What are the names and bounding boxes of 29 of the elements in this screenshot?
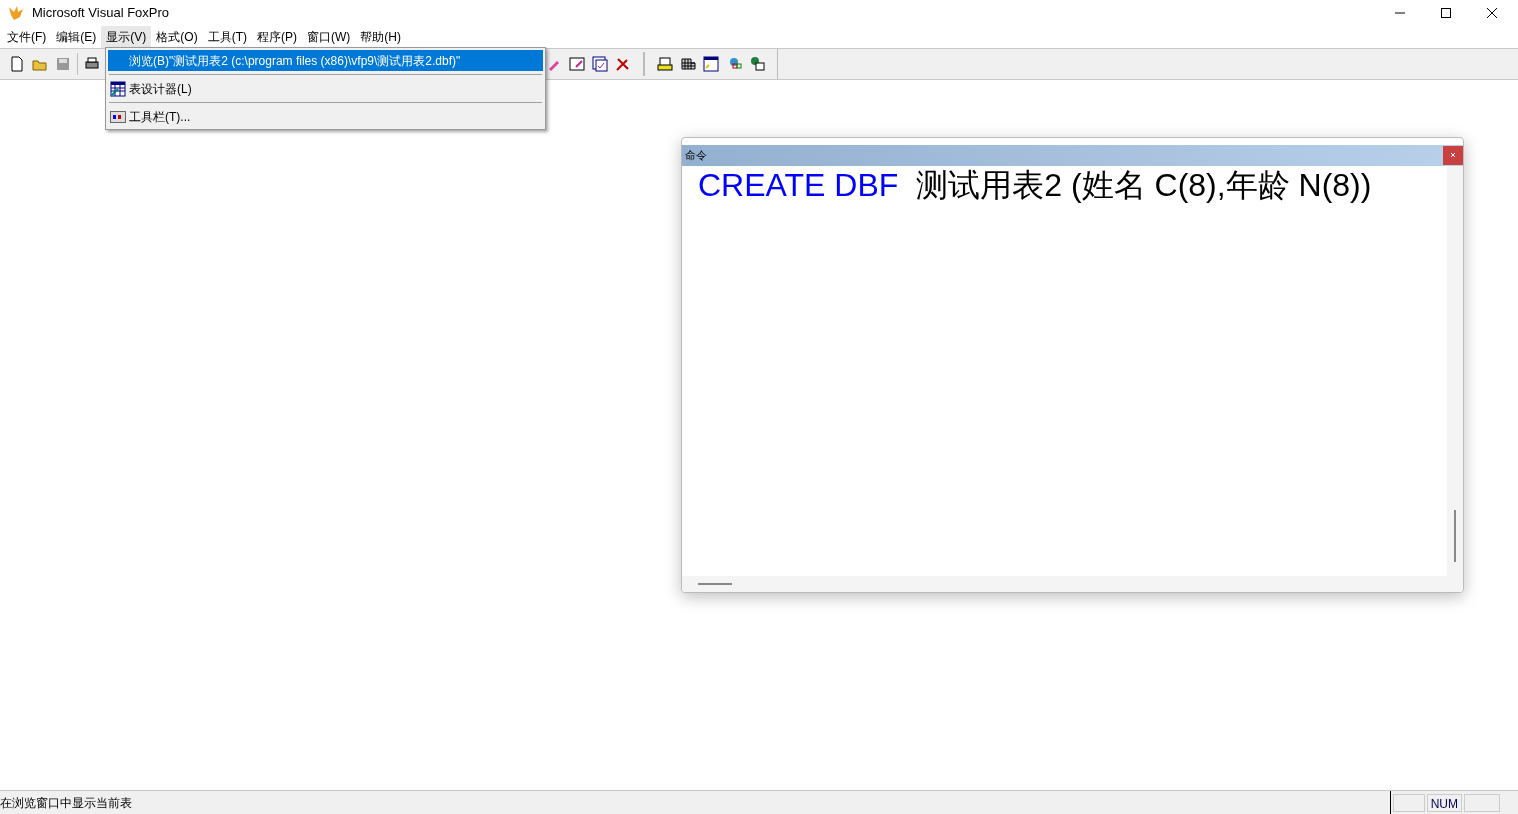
dropdown-item[interactable]: 工具栏(T)...	[108, 106, 543, 127]
new-file-icon[interactable]	[8, 55, 26, 73]
status-indicator: NUM	[1426, 793, 1462, 812]
menu-item[interactable]: 帮助(H)	[355, 26, 406, 48]
code-text: 测试用表2 (姓名 C(8),年龄 N(8))	[916, 167, 1372, 203]
grid-icon[interactable]	[679, 55, 697, 73]
status-message: 在浏览窗口中显示当前表	[0, 794, 133, 812]
code-keyword: CREATE DBF	[698, 167, 899, 203]
form-edit-icon[interactable]	[568, 55, 586, 73]
window-title: Microsoft Visual FoxPro	[32, 4, 170, 23]
menu-item[interactable]: 窗口(W)	[302, 26, 356, 48]
report-icon[interactable]	[656, 55, 674, 73]
horizontal-scrollbar[interactable]	[682, 576, 1447, 592]
menu-item[interactable]: 显示(V)	[101, 26, 152, 48]
menu-item[interactable]: 文件(F)	[2, 26, 52, 48]
command-window-title: 命令	[685, 148, 708, 164]
dropdown-item[interactable]: 浏览(B)"测试用表2 (c:\program files (x86)\vfp9\测试用表2.dbf)"	[108, 50, 543, 71]
menu-item[interactable]: 格式(O)	[151, 26, 203, 48]
table-grid-icon	[110, 80, 126, 97]
dropdown-item[interactable]: 表设计器(L)	[108, 78, 543, 99]
vertical-scrollbar[interactable]	[1447, 166, 1463, 592]
menu-item[interactable]: 程序(P)	[252, 26, 302, 48]
toolbar-icon	[110, 110, 126, 123]
globe-window-icon[interactable]	[748, 55, 766, 73]
form-icon[interactable]	[702, 55, 720, 73]
form-check-icon[interactable]	[591, 55, 609, 73]
fox-logo-icon	[8, 5, 24, 21]
menu-item[interactable]: 工具(T)	[202, 26, 252, 48]
menu-item[interactable]: 编辑(E)	[51, 26, 102, 48]
